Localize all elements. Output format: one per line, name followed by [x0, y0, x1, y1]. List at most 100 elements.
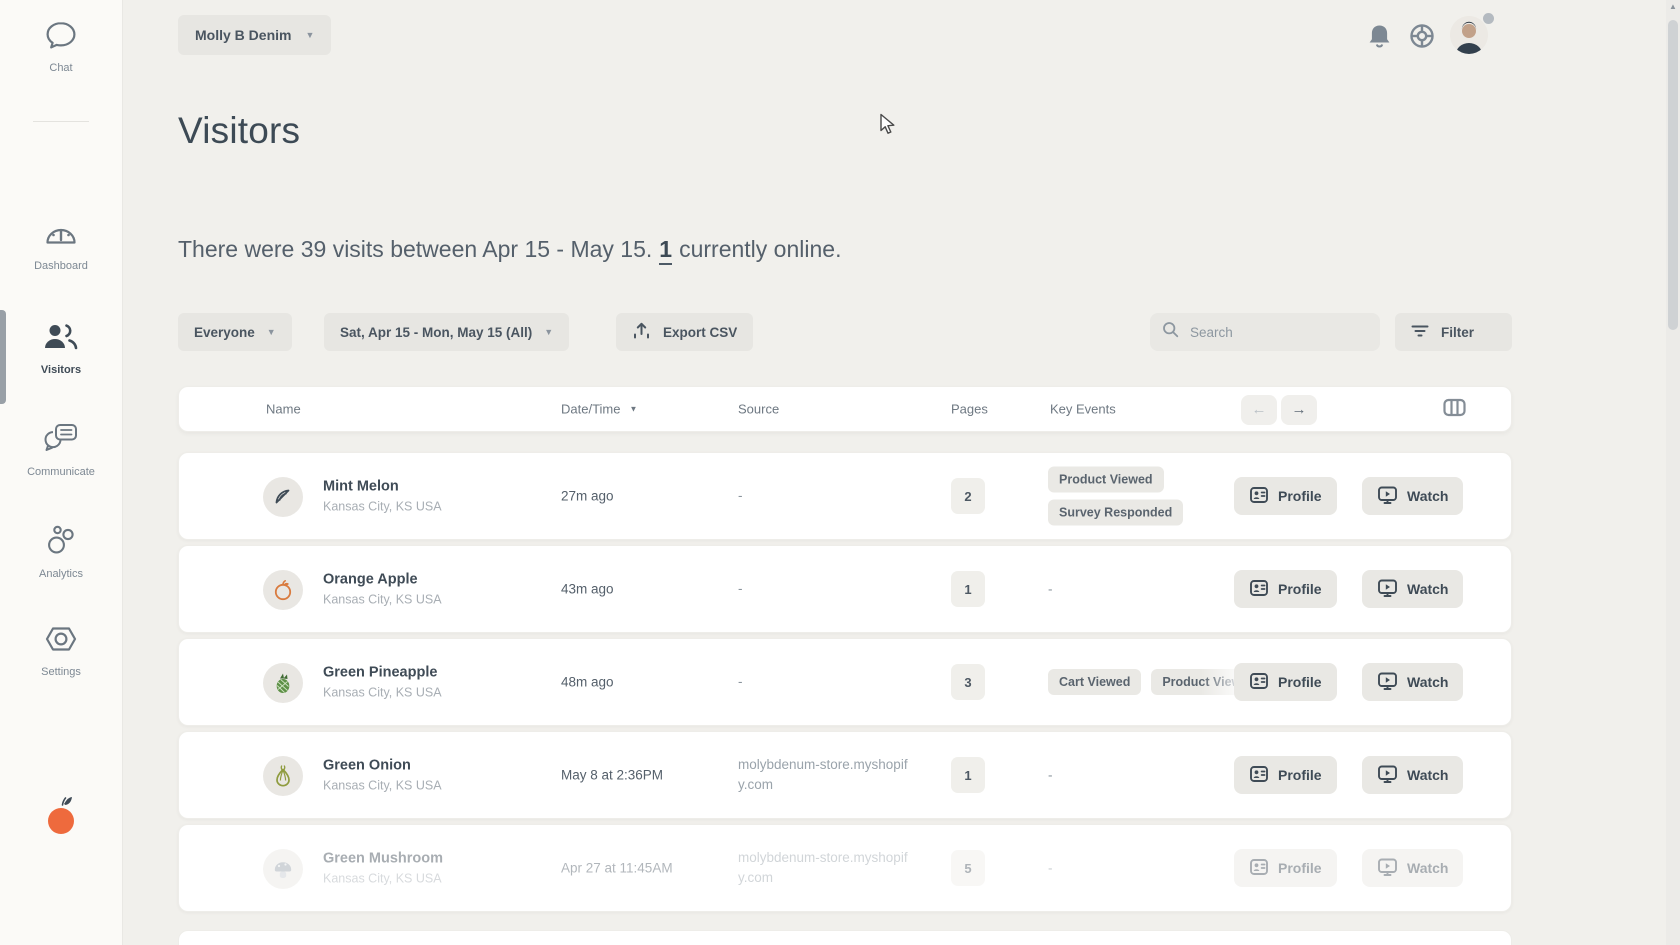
app-window: Chat Dashboard Visitors Communicate [0, 0, 1680, 945]
key-event-badge: Cart Viewed [1048, 669, 1141, 695]
row-content: Orange Apple Kansas City, KS USA 43m ago… [179, 546, 1511, 632]
column-header-key-events: Key Events [1050, 402, 1116, 417]
logo-orange-icon [48, 808, 74, 834]
online-count: 1 [659, 236, 672, 265]
profile-button[interactable]: Profile [1234, 570, 1337, 608]
table-row[interactable]: Mint Melon Kansas City, KS USA 27m ago -… [178, 452, 1512, 540]
visits-summary: There were 39 visits between Apr 15 - Ma… [178, 236, 841, 263]
visitor-avatar [263, 849, 303, 889]
sidebar-item-analytics[interactable]: Analytics [0, 524, 122, 580]
visitor-datetime: Apr 27 at 11:45AM [561, 861, 673, 876]
scrollbar-thumb[interactable] [1668, 20, 1678, 330]
profile-button-label: Profile [1278, 860, 1322, 876]
watch-monitor-icon [1377, 485, 1398, 508]
visitors-icon [42, 322, 80, 357]
help-lifebuoy-icon[interactable] [1407, 21, 1437, 56]
sidebar-item-settings[interactable]: Settings [0, 624, 122, 678]
watch-button-label: Watch [1407, 674, 1448, 690]
audience-filter-label: Everyone [194, 325, 255, 340]
audience-filter-dropdown[interactable]: Everyone ▼ [178, 313, 292, 351]
visitor-name: Green Mushroom [323, 851, 443, 867]
visitor-source: molybdenum-store.myshopify.com [738, 848, 914, 889]
watch-monitor-icon [1377, 671, 1398, 694]
visitor-pages-badge: 1 [951, 757, 985, 793]
column-header-source: Source [738, 402, 779, 417]
account-selector[interactable]: Molly B Denim ▼ [178, 15, 331, 55]
mouse-cursor [878, 113, 898, 140]
table-row[interactable]: Green Onion Kansas City, KS USA May 8 at… [178, 731, 1512, 819]
filter-icon [1411, 324, 1429, 341]
key-events-cell: - [1048, 768, 1053, 783]
profile-button-label: Profile [1278, 581, 1322, 597]
search-input[interactable] [1188, 324, 1362, 341]
sidebar-item-label: Visitors [41, 364, 81, 376]
profile-button[interactable]: Profile [1234, 663, 1337, 701]
profile-button[interactable]: Profile [1234, 756, 1337, 794]
watch-button[interactable]: Watch [1362, 756, 1463, 794]
sidebar-item-chat[interactable]: Chat [0, 20, 122, 74]
column-header-pages: Pages [951, 402, 988, 417]
key-events-cell: Product Viewed Survey Responded [1048, 467, 1183, 526]
watch-button-label: Watch [1407, 488, 1448, 504]
table-row[interactable]: Green Pineapple Kansas City, KS USA 48m … [178, 638, 1512, 726]
visitor-location: Kansas City, KS USA [323, 593, 442, 607]
scroll-up-icon[interactable]: ▲ [1666, 2, 1680, 11]
page-next-button[interactable]: → [1281, 395, 1317, 425]
sidebar-item-communicate[interactable]: Communicate [0, 422, 122, 478]
watch-button-label: Watch [1407, 581, 1448, 597]
watch-button[interactable]: Watch [1362, 570, 1463, 608]
profile-card-icon [1249, 485, 1269, 508]
row-content: Green Mushroom Kansas City, KS USA Apr 2… [179, 825, 1511, 911]
watch-button[interactable]: Watch [1362, 849, 1463, 887]
visitor-avatar [263, 570, 303, 610]
table-row[interactable]: Orange Apple Kansas City, KS USA 43m ago… [178, 545, 1512, 633]
export-icon [632, 321, 651, 343]
key-events-empty: - [1048, 768, 1053, 783]
arrow-left-icon: ← [1252, 401, 1267, 418]
brand-logo[interactable] [42, 790, 82, 838]
visitor-name-cell: Orange Apple Kansas City, KS USA [323, 572, 442, 607]
visitor-location: Kansas City, KS USA [323, 872, 443, 886]
key-events-cell: Cart Viewed Product Viewed [1048, 669, 1251, 695]
watch-monitor-icon [1377, 857, 1398, 880]
dashboard-icon [43, 218, 79, 253]
page-previous-button[interactable]: ← [1241, 395, 1277, 425]
visitor-location: Kansas City, KS USA [323, 686, 442, 700]
profile-card-icon [1249, 578, 1269, 601]
table-row[interactable]: Green Mushroom Kansas City, KS USA Apr 2… [178, 824, 1512, 912]
row-content: Green Onion Kansas City, KS USA May 8 at… [179, 732, 1511, 818]
filter-button[interactable]: Filter [1395, 313, 1512, 351]
visitor-name: Green Onion [323, 758, 442, 774]
sidebar-item-dashboard[interactable]: Dashboard [0, 218, 122, 272]
profile-button-label: Profile [1278, 767, 1322, 783]
watch-button[interactable]: Watch [1362, 663, 1463, 701]
date-range-label: Sat, Apr 15 - Mon, May 15 (All) [340, 325, 532, 340]
watch-button[interactable]: Watch [1362, 477, 1463, 515]
column-header-name: Name [266, 402, 301, 417]
summary-prefix: There were 39 visits between Apr 15 - Ma… [178, 236, 652, 262]
settings-icon [44, 624, 78, 659]
user-avatar[interactable] [1450, 16, 1488, 54]
profile-card-icon [1249, 671, 1269, 694]
column-header-datetime[interactable]: Date/Time ▼ [561, 402, 637, 417]
key-event-badge: Product Viewed [1048, 467, 1164, 493]
profile-button[interactable]: Profile [1234, 477, 1337, 515]
column-settings-button[interactable] [1441, 397, 1468, 422]
melon-avatar-icon [272, 486, 294, 508]
visitor-name-cell: Green Onion Kansas City, KS USA [323, 758, 442, 793]
profile-button[interactable]: Profile [1234, 849, 1337, 887]
key-events-cell: - [1048, 861, 1053, 876]
visitor-avatar [263, 663, 303, 703]
watch-button-label: Watch [1407, 860, 1448, 876]
visitor-datetime: 43m ago [561, 582, 614, 597]
export-csv-button[interactable]: Export CSV [616, 313, 753, 351]
date-range-dropdown[interactable]: Sat, Apr 15 - Mon, May 15 (All) ▼ [324, 313, 569, 351]
table-row-partial[interactable] [178, 930, 1512, 945]
sidebar-item-label: Communicate [27, 466, 95, 478]
visitor-pages-badge: 1 [951, 571, 985, 607]
notifications-bell-icon[interactable] [1366, 23, 1393, 56]
key-events-empty: - [1048, 861, 1053, 876]
account-name: Molly B Denim [195, 27, 291, 43]
vertical-scrollbar[interactable]: ▲ [1666, 0, 1680, 945]
sidebar-item-visitors[interactable]: Visitors [0, 322, 122, 376]
